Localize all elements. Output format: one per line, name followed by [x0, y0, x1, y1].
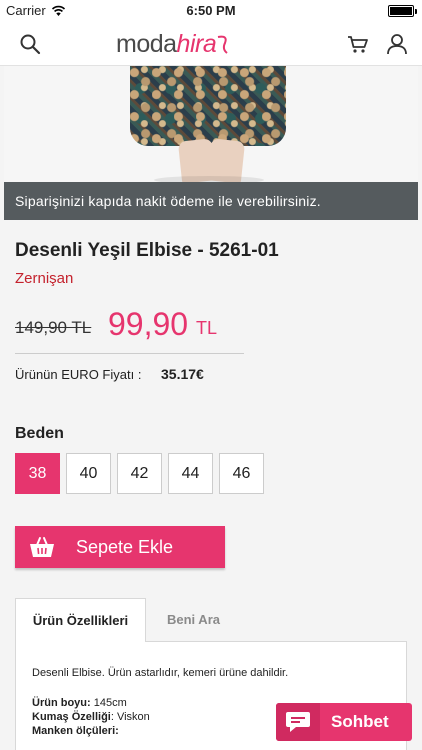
product-image[interactable]	[4, 66, 418, 182]
status-time: 6:50 PM	[186, 3, 236, 18]
size-label: Beden	[15, 425, 64, 442]
payment-info-banner: Siparişinizi kapıda nakit ödeme ile vere…	[4, 182, 418, 220]
chat-icon-box	[276, 703, 320, 741]
chat-label: Sohbet	[331, 712, 389, 731]
size-option-38[interactable]: 38	[15, 453, 60, 494]
size-option-44[interactable]: 44	[168, 453, 213, 494]
size-option-46[interactable]: 46	[219, 453, 264, 494]
euro-price-value: 35.17€	[161, 366, 204, 382]
battery-icon	[388, 5, 417, 17]
spec-key: Ürün boyu:	[32, 697, 91, 709]
add-to-cart-button[interactable]: Sepete Ekle	[15, 526, 225, 568]
product-description: Desenli Elbise. Ürün astarlıdır, kemeri …	[32, 667, 289, 679]
spec-key: Kumaş Özelliği	[32, 711, 111, 723]
spec-value: 145cm	[90, 697, 127, 709]
euro-price-label: Ürünün EURO Fiyatı :	[15, 367, 142, 382]
old-price: 149,90 TL	[15, 318, 92, 337]
user-icon[interactable]	[385, 32, 409, 56]
add-to-cart-label: Sepete Ekle	[76, 536, 174, 557]
price-currency: TL	[196, 318, 218, 338]
dress-pattern	[130, 66, 286, 146]
product-brand[interactable]: Zernişan	[15, 270, 73, 287]
spec-value: : Viskon	[110, 711, 150, 723]
tab-call-me[interactable]: Beni Ara	[146, 598, 241, 641]
spec-key: Manken ölçüleri:	[32, 725, 119, 737]
chat-button[interactable]: Sohbet	[276, 703, 412, 741]
navbar: modahira	[0, 22, 422, 66]
logo-text-main: moda	[116, 30, 177, 58]
search-icon[interactable]	[18, 32, 42, 56]
logo-flourish-icon	[218, 35, 228, 54]
new-price: 99,90	[108, 306, 189, 342]
price-divider	[15, 353, 244, 354]
spec-row: Manken ölçüleri:	[32, 725, 119, 737]
product-tabs: Ürün Özellikleri Beni Ara	[15, 598, 407, 642]
basket-icon	[30, 537, 54, 557]
spec-row: Ürün boyu: 145cm	[32, 697, 127, 709]
size-option-40[interactable]: 40	[66, 453, 111, 494]
size-options: 38 40 42 44 46	[15, 453, 264, 494]
chat-bubble-icon	[286, 712, 310, 732]
status-bar: Carrier 6:50 PM	[0, 0, 422, 22]
spec-row: Kumaş Özelliği: Viskon	[32, 711, 150, 723]
cart-icon[interactable]	[346, 32, 370, 56]
product-title: Desenli Yeşil Elbise - 5261-01	[15, 240, 279, 261]
app-logo[interactable]: modahira	[116, 30, 230, 59]
logo-text-accent: hira	[176, 30, 217, 58]
tab-product-features[interactable]: Ürün Özellikleri	[15, 598, 146, 642]
size-option-42[interactable]: 42	[117, 453, 162, 494]
